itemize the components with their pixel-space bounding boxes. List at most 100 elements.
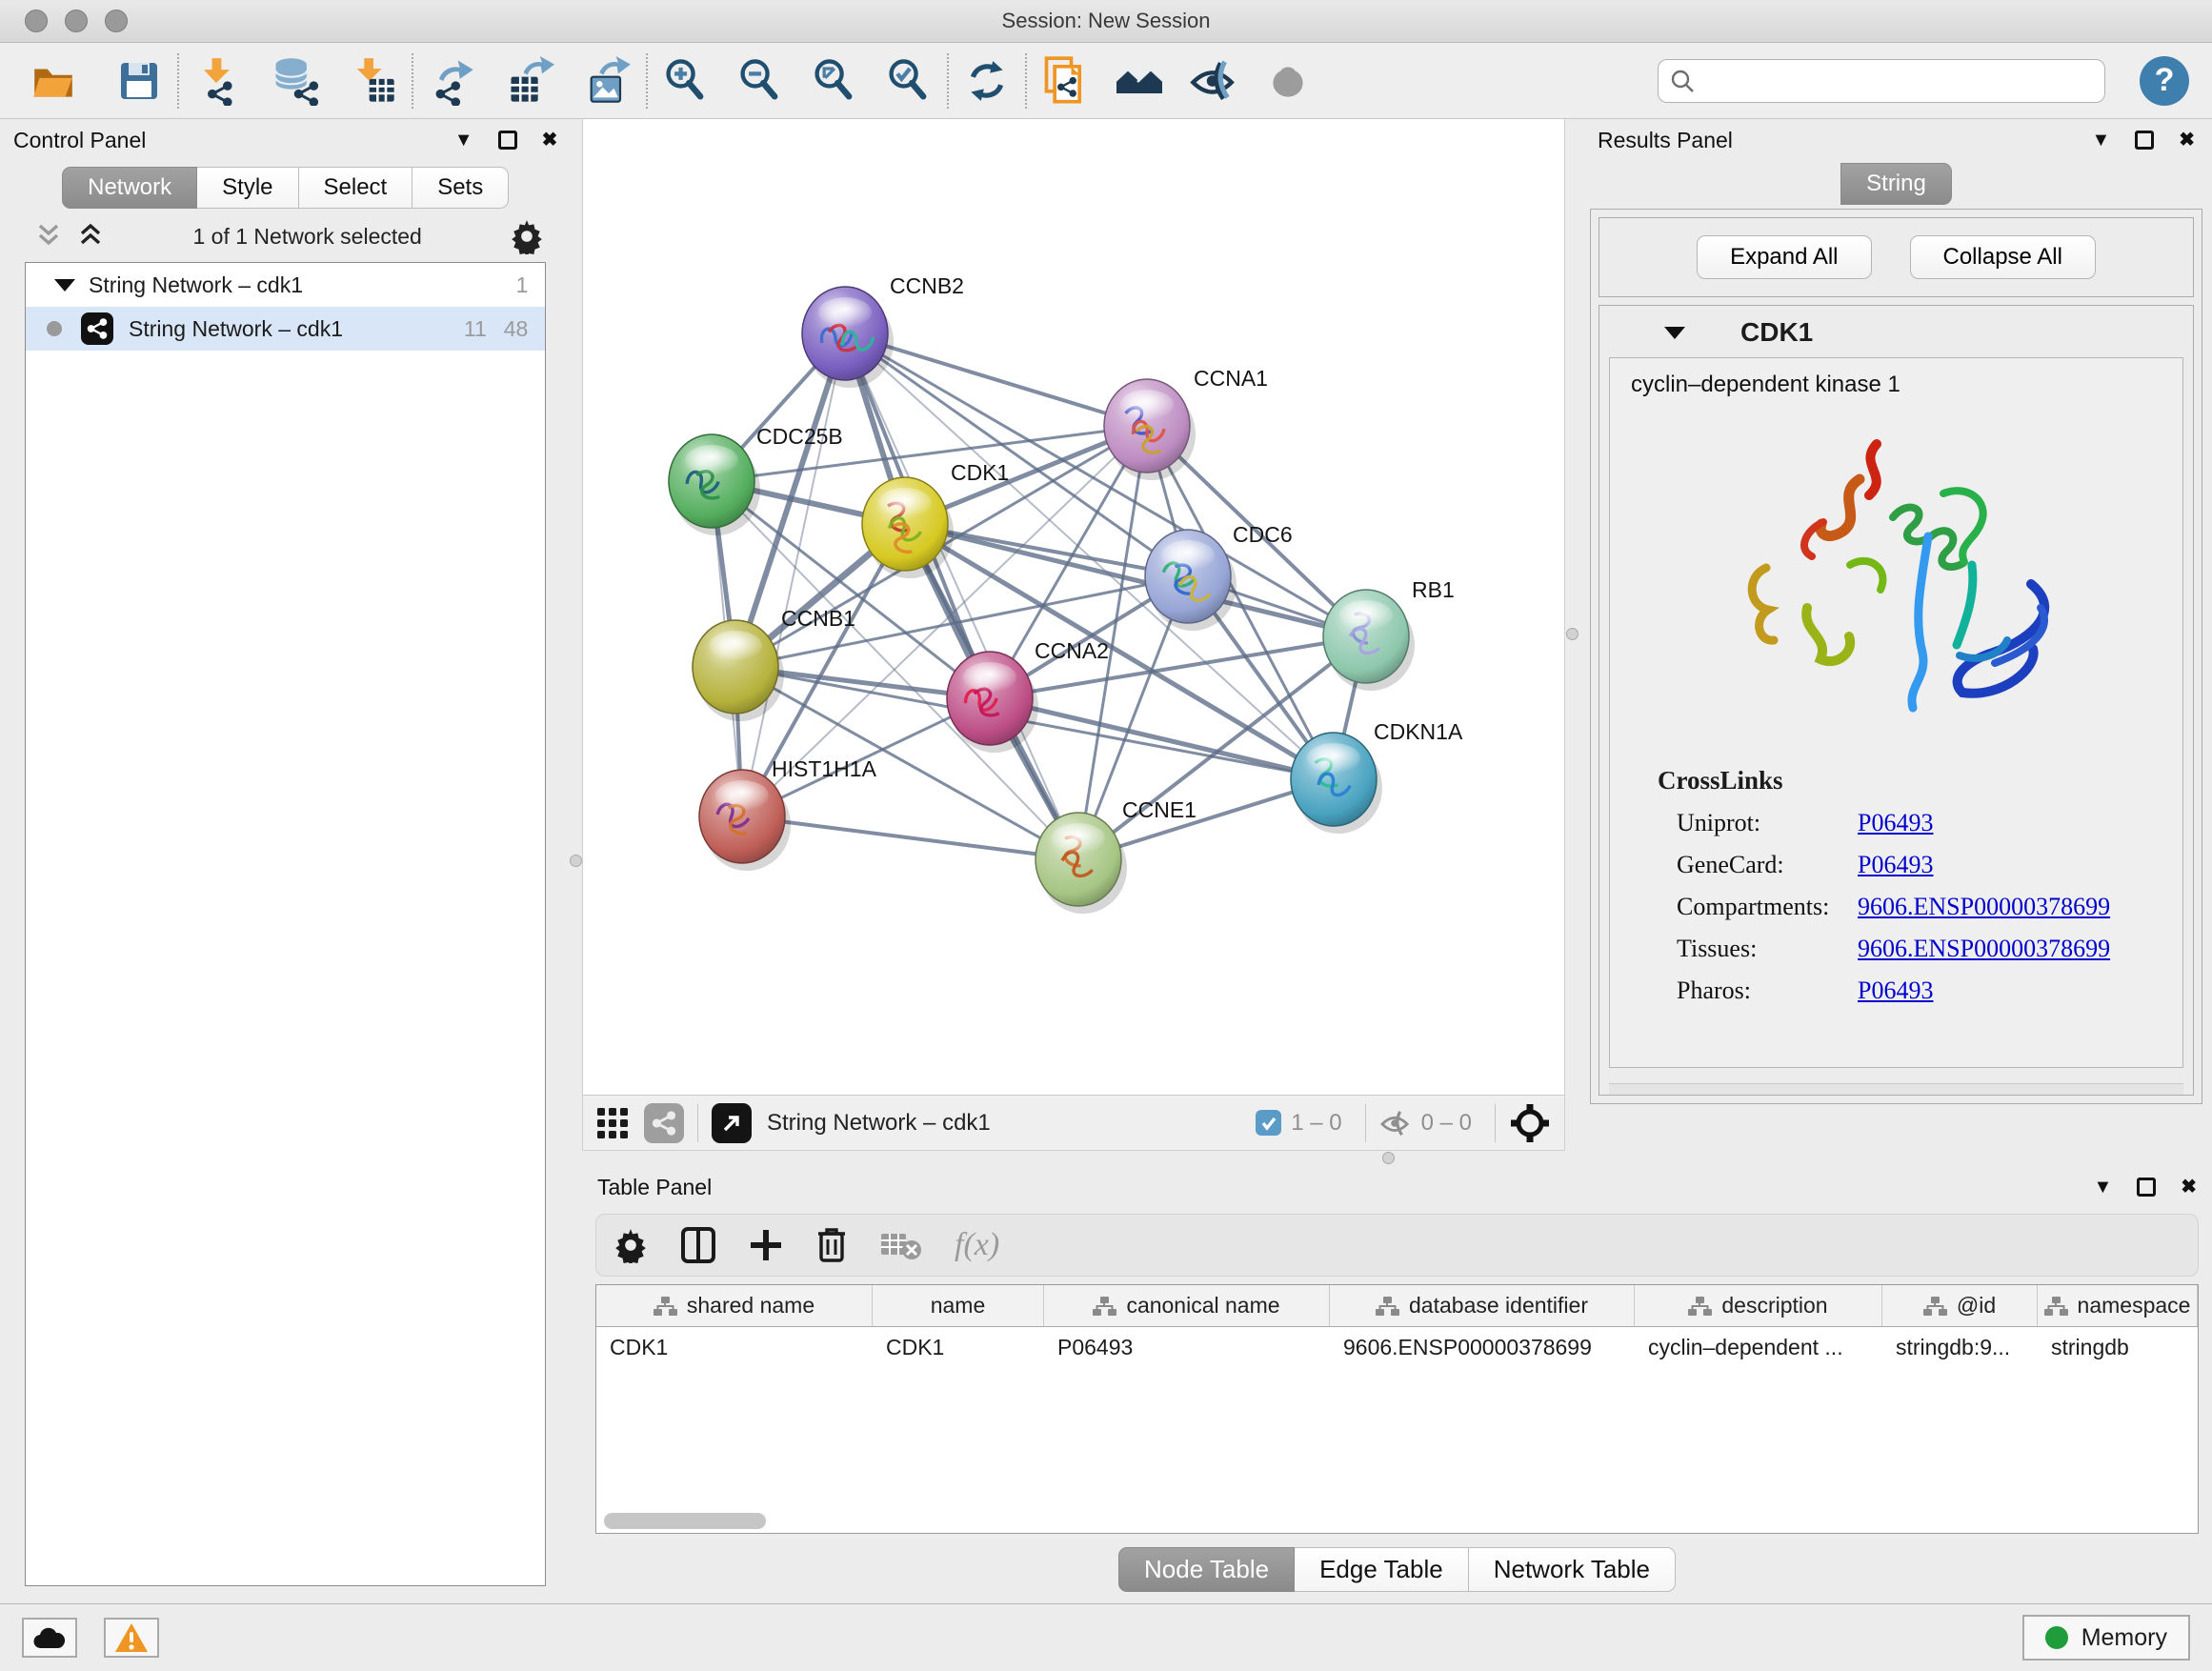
crosslink-pharos-link[interactable]: P06493 xyxy=(1858,976,1933,1005)
zoom-selected-icon[interactable] xyxy=(880,52,937,110)
zoom-out-icon[interactable] xyxy=(732,52,789,110)
node-label-RB1[interactable]: RB1 xyxy=(1412,577,1455,602)
cell-shared-name[interactable]: CDK1 xyxy=(596,1327,873,1369)
table-row[interactable]: CDK1 CDK1 P06493 9606.ENSP00000378699 cy… xyxy=(596,1327,2198,1369)
help-button[interactable]: ? xyxy=(2140,56,2189,106)
splitter-handle[interactable] xyxy=(570,855,582,867)
vertical-splitter[interactable] xyxy=(571,119,582,1603)
global-search-field[interactable] xyxy=(1658,59,2105,103)
panel-menu-icon[interactable]: ▼ xyxy=(2091,131,2110,150)
node-label-CDK1[interactable]: CDK1 xyxy=(951,460,1009,485)
cell-namespace[interactable]: stringdb xyxy=(2038,1327,2198,1369)
node-label-CDC25B[interactable]: CDC25B xyxy=(756,424,843,449)
delete-table-icon[interactable] xyxy=(880,1230,922,1260)
node-label-CCNB1[interactable]: CCNB1 xyxy=(781,606,855,631)
function-builder-icon[interactable]: f(x) xyxy=(955,1227,999,1263)
duplicate-network-icon[interactable] xyxy=(1036,52,1094,110)
panel-menu-icon[interactable]: ▼ xyxy=(2093,1178,2112,1197)
node-label-CCNA2[interactable]: CCNA2 xyxy=(1035,638,1109,663)
column-header-shared-name[interactable]: shared name xyxy=(596,1285,873,1326)
float-panel-icon[interactable] xyxy=(2137,1178,2156,1197)
horizontal-splitter[interactable] xyxy=(582,1151,2212,1166)
node-label-CDC6[interactable]: CDC6 xyxy=(1233,522,1293,547)
splitter-handle[interactable] xyxy=(1382,1152,1395,1164)
crosslink-genecard-link[interactable]: P06493 xyxy=(1858,851,1933,879)
network-row-selected[interactable]: String Network – cdk1 11 48 xyxy=(26,307,545,351)
tab-style[interactable]: Style xyxy=(197,167,298,209)
cell-canonical-name[interactable]: P06493 xyxy=(1044,1327,1330,1369)
network-collection-row[interactable]: String Network – cdk1 1 xyxy=(26,263,545,307)
close-panel-icon[interactable]: ✖ xyxy=(2181,1178,2197,1197)
delete-column-icon[interactable] xyxy=(815,1226,848,1264)
vertical-splitter[interactable] xyxy=(1565,119,1580,1151)
export-table-icon[interactable] xyxy=(501,52,558,110)
open-session-icon[interactable] xyxy=(25,52,82,110)
warnings-button[interactable] xyxy=(104,1618,159,1658)
expand-all-icon[interactable] xyxy=(76,222,105,251)
column-header-canonical-name[interactable]: canonical name xyxy=(1044,1285,1330,1326)
collapse-all-icon[interactable] xyxy=(34,222,63,251)
add-column-icon[interactable] xyxy=(749,1228,783,1262)
cell-database-identifier[interactable]: 9606.ENSP00000378699 xyxy=(1330,1327,1635,1369)
crosslink-tissues-link[interactable]: 9606.ENSP00000378699 xyxy=(1858,935,2110,963)
expand-all-button[interactable]: Expand All xyxy=(1697,235,1871,279)
column-header-name[interactable]: name xyxy=(873,1285,1044,1326)
column-header-namespace[interactable]: namespace xyxy=(2038,1285,2198,1326)
export-network-icon[interactable] xyxy=(423,52,480,110)
node-label-CDKN1A[interactable]: CDKN1A xyxy=(1374,719,1463,744)
apply-layout-icon[interactable] xyxy=(958,52,1016,110)
crosslink-compartments-link[interactable]: 9606.ENSP00000378699 xyxy=(1858,893,2110,921)
crosslink-uniprot-link[interactable]: P06493 xyxy=(1858,809,1933,837)
open-in-window-icon[interactable] xyxy=(712,1103,752,1143)
column-header-database-identifier[interactable]: database identifier xyxy=(1330,1285,1635,1326)
hide-selected-icon[interactable] xyxy=(1185,52,1242,110)
collapse-all-button[interactable]: Collapse All xyxy=(1910,235,2096,279)
close-panel-icon[interactable]: ✖ xyxy=(2179,131,2195,150)
node-label-HIST1H1A[interactable]: HIST1H1A xyxy=(772,756,877,781)
collapse-triangle-icon[interactable] xyxy=(1664,327,1685,339)
cell-id[interactable]: stringdb:9... xyxy=(1882,1327,2038,1369)
export-image-icon[interactable] xyxy=(579,52,636,110)
node-label-CCNA1[interactable]: CCNA1 xyxy=(1194,366,1268,391)
import-network-database-icon[interactable] xyxy=(267,52,324,110)
horizontal-scrollbar-thumb[interactable] xyxy=(604,1513,766,1529)
float-panel-icon[interactable] xyxy=(498,131,517,150)
tab-select[interactable]: Select xyxy=(299,167,413,209)
memory-button[interactable]: Memory xyxy=(2022,1615,2190,1661)
search-input[interactable] xyxy=(1704,69,2093,93)
node-label-CCNB2[interactable]: CCNB2 xyxy=(890,273,964,298)
show-columns-icon[interactable] xyxy=(680,1226,716,1264)
tab-node-table[interactable]: Node Table xyxy=(1118,1547,1295,1592)
column-header-id[interactable]: @id xyxy=(1882,1285,2038,1326)
selected-nodes-checkbox[interactable] xyxy=(1256,1110,1281,1136)
panel-menu-icon[interactable]: ▼ xyxy=(454,131,473,150)
node-label-CCNE1[interactable]: CCNE1 xyxy=(1122,797,1196,822)
results-scrollbar-track[interactable] xyxy=(1609,1083,2183,1095)
collapse-triangle-icon[interactable] xyxy=(54,279,75,292)
cell-name[interactable]: CDK1 xyxy=(873,1327,1044,1369)
tab-sets[interactable]: Sets xyxy=(412,167,509,209)
table-options-gear-icon[interactable] xyxy=(613,1227,648,1263)
column-header-description[interactable]: description xyxy=(1635,1285,1882,1326)
home-networks-icon[interactable] xyxy=(1111,52,1168,110)
tab-network[interactable]: Network xyxy=(62,167,197,209)
network-icon[interactable] xyxy=(644,1103,684,1143)
import-network-file-icon[interactable] xyxy=(189,52,246,110)
tab-string[interactable]: String xyxy=(1840,163,1952,205)
tab-edge-table[interactable]: Edge Table xyxy=(1295,1547,1469,1592)
float-panel-icon[interactable] xyxy=(2135,131,2154,150)
grid-view-icon[interactable] xyxy=(596,1107,629,1139)
splitter-handle[interactable] xyxy=(1566,628,1579,640)
network-options-gear-icon[interactable] xyxy=(510,218,544,254)
inspect-eye-icon[interactable] xyxy=(1259,52,1317,110)
save-session-icon[interactable] xyxy=(111,52,168,110)
zoom-fit-icon[interactable] xyxy=(806,52,863,110)
import-table-file-icon[interactable] xyxy=(345,52,402,110)
close-panel-icon[interactable]: ✖ xyxy=(542,131,558,150)
birds-eye-view-icon[interactable] xyxy=(1509,1102,1551,1144)
zoom-in-icon[interactable] xyxy=(657,52,714,110)
cloud-status-button[interactable] xyxy=(22,1618,77,1658)
hidden-eye-slash-icon[interactable] xyxy=(1379,1109,1412,1137)
tab-network-table[interactable]: Network Table xyxy=(1469,1547,1676,1592)
network-canvas[interactable]: CCNB2 CCNA1 CDC25B CDK1 CDC6 RB1 CCNB1 CCNA2 CDK… xyxy=(583,119,1564,1095)
